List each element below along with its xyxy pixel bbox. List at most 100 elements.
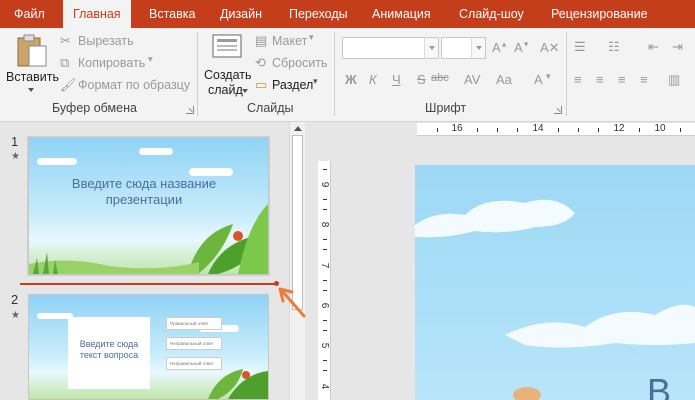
numbering-icon[interactable]: ☷ [608, 39, 620, 55]
copy-button[interactable]: ⧉ Копировать ▾ [60, 54, 160, 73]
strikethrough-button[interactable]: S [417, 72, 426, 87]
new-slide-dropdown-icon[interactable] [242, 89, 248, 93]
paste-icon [17, 34, 47, 67]
change-case-button[interactable]: Aa [496, 72, 512, 87]
slide-thumbnail-2[interactable]: Введите сюда текст вопроса Правильный от… [28, 294, 269, 400]
font-color-dropdown-icon[interactable]: ▾ [546, 71, 551, 82]
main-slide-clouds [415, 199, 695, 400]
cut-button[interactable]: ✂ Вырезать [60, 33, 138, 51]
tab-transitions[interactable]: Переходы [289, 0, 348, 28]
slides-group-label: Слайды [247, 101, 294, 115]
ruler-tick [323, 209, 327, 210]
scroll-up-icon[interactable] [294, 126, 302, 131]
ruler-tick [323, 280, 327, 281]
ruler-tick [517, 128, 518, 132]
font-family-combo[interactable] [342, 37, 439, 59]
paste-dropdown-icon[interactable] [28, 88, 34, 92]
slide-editor: 16 14 12 10 9 8 7 6 5 4 В [305, 122, 695, 400]
layout-dropdown-icon: ▾ [309, 32, 314, 42]
section-dropdown-icon: ▾ [313, 76, 318, 86]
cloud [189, 168, 233, 176]
font-group-label: Шрифт [425, 101, 467, 115]
bold-button[interactable]: Ж [345, 72, 357, 87]
ruler-label: 4 [319, 383, 330, 390]
align-left-icon[interactable]: ≡ [574, 72, 582, 87]
layout-icon: ▤ [255, 33, 268, 48]
font-size-combo[interactable] [441, 37, 486, 59]
character-spacing-button[interactable]: abc [431, 72, 449, 84]
separator [197, 32, 198, 116]
new-slide-label-1: Создать [204, 68, 252, 82]
ruler-tick [323, 199, 327, 200]
layout-label: Макет [272, 34, 308, 48]
new-slide-icon [212, 34, 242, 58]
format-painter-icon: 🖌 [60, 77, 77, 92]
copy-dropdown-icon[interactable]: ▾ [148, 54, 153, 65]
clipboard-launcher-icon[interactable] [186, 106, 194, 114]
scrollbar-thumb[interactable] [292, 135, 303, 310]
decrease-indent-icon[interactable]: ⇤ [648, 39, 659, 55]
italic-button[interactable]: К [369, 72, 377, 87]
layout-button[interactable]: ▤ Макет ▾ [255, 32, 317, 51]
clear-formatting-icon[interactable]: A✕ [540, 40, 560, 56]
increase-indent-icon[interactable]: ⇥ [672, 39, 683, 55]
scissors-icon: ✂ [60, 33, 71, 48]
underline-button[interactable]: Ч [392, 72, 401, 87]
ruler-label: 10 [654, 123, 666, 134]
separator [566, 32, 567, 116]
ruler-tick [477, 128, 478, 132]
ruler-tick [578, 128, 579, 132]
ruler-tick [323, 290, 327, 291]
reset-button[interactable]: ⟲ Сбросить [255, 55, 328, 73]
section-button[interactable]: ▭ Раздел ▾ [255, 76, 325, 95]
ruler-tick [323, 330, 327, 331]
ruler-label: 8 [319, 221, 330, 228]
animation-star-icon: ★ [11, 310, 20, 321]
columns-icon[interactable]: ▥ [668, 72, 680, 88]
thumbnail-scrollbar[interactable] [289, 122, 305, 400]
separator [334, 32, 335, 116]
font-color-button[interactable]: A [534, 72, 543, 87]
font-launcher-icon[interactable] [554, 106, 562, 114]
copy-icon: ⧉ [60, 55, 70, 70]
main-slide-canvas[interactable]: В [415, 165, 695, 400]
slide-thumbnail-pane: 1 ★ Введите сюда название презентации 2 … [0, 122, 305, 400]
question-text: Введите сюда текст вопроса [79, 339, 139, 360]
tab-file[interactable]: Файл [14, 0, 45, 28]
ruler-tick [323, 370, 327, 371]
reset-label: Сбросить [272, 56, 328, 70]
align-right-icon[interactable]: ≡ [618, 72, 626, 87]
tab-design[interactable]: Дизайн [220, 0, 262, 28]
paste-label: Вставить [6, 70, 59, 84]
ruler-tick [323, 320, 327, 321]
increase-font-icon[interactable]: A▲ [492, 40, 508, 55]
tab-home[interactable]: Главная [63, 0, 131, 28]
slide-thumbnail-1[interactable]: Введите сюда название презентации [27, 136, 270, 276]
decrease-font-icon[interactable]: A▼ [514, 40, 530, 55]
tab-insert[interactable]: Вставка [149, 0, 195, 28]
animation-star-icon: ★ [11, 151, 20, 162]
slide-title-text[interactable]: В [647, 371, 671, 400]
ruler-label: 7 [319, 262, 330, 269]
tab-review[interactable]: Рецензирование [551, 0, 648, 28]
bullets-icon[interactable]: ☰ [574, 39, 586, 55]
cut-label: Вырезать [78, 34, 134, 48]
ruler-label: 14 [532, 123, 544, 134]
reset-icon: ⟲ [255, 55, 266, 70]
ruler-label: 9 [319, 181, 330, 188]
tab-slideshow[interactable]: Слайд-шоу [459, 0, 524, 28]
format-painter-button[interactable]: 🖌 Формат по образцу [60, 77, 190, 95]
char-spacing-icon[interactable]: AV [464, 72, 480, 87]
font-size-dropdown-icon[interactable] [471, 38, 485, 58]
vertical-ruler: 9 8 7 6 5 4 [318, 161, 331, 400]
clipboard-group-label: Буфер обмена [52, 101, 137, 115]
new-slide-button[interactable]: Создать слайд [202, 32, 252, 98]
ribbon: Вставить ✂ Вырезать ⧉ Копировать ▾ 🖌 Фор… [0, 28, 695, 122]
insertion-marker [20, 281, 279, 286]
paste-button[interactable]: Вставить [4, 32, 59, 94]
justify-icon[interactable]: ≡ [640, 72, 648, 87]
tab-animations[interactable]: Анимация [372, 0, 431, 28]
ruler-tick [323, 239, 327, 240]
font-family-dropdown-icon[interactable] [424, 38, 438, 58]
align-center-icon[interactable]: ≡ [596, 72, 604, 87]
